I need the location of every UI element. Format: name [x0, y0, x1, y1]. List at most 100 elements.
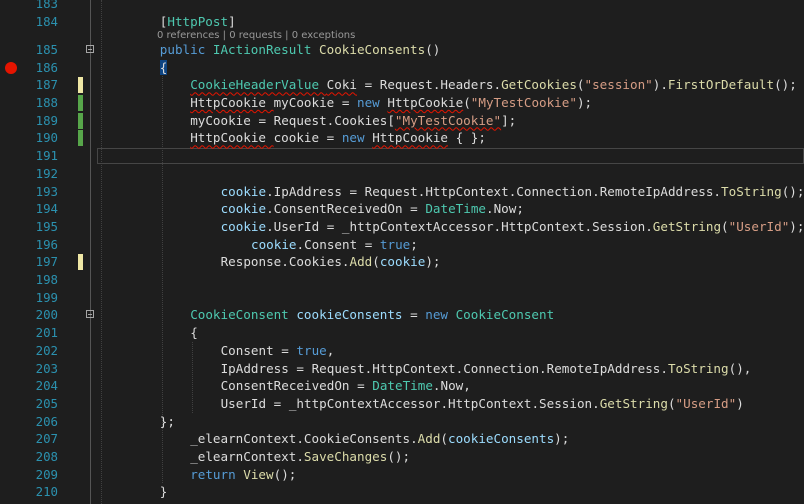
code-token: } [159, 484, 168, 500]
breakpoint-gutter[interactable] [0, 448, 22, 466]
code-line[interactable]: 190 HttpCookie cookie = new HttpCookie { … [0, 129, 804, 147]
line-number: 196 [35, 236, 58, 252]
breakpoint-gutter[interactable] [0, 466, 22, 484]
breakpoint-gutter[interactable] [0, 324, 22, 342]
code-token: new [341, 130, 373, 146]
breakpoint-gutter[interactable] [0, 360, 22, 378]
breakpoint-gutter[interactable] [0, 430, 22, 448]
breakpoint-gutter[interactable] [0, 183, 22, 201]
code-line[interactable]: 189 myCookie = Request.Cookies["MyTestCoo… [0, 112, 804, 130]
code-line[interactable]: 202 Consent = true, [0, 342, 804, 360]
code-line[interactable]: 204 ConsentReceivedOn = DateTime.Now, [0, 377, 804, 395]
code-token: ); [576, 95, 593, 110]
code-token: ToString [667, 360, 729, 376]
code-token: public [159, 41, 213, 57]
breakpoint-gutter[interactable] [0, 236, 22, 254]
breakpoint-gutter[interactable] [0, 413, 22, 431]
breakpoint-gutter[interactable] [0, 218, 22, 236]
breakpoint-gutter[interactable] [0, 271, 22, 289]
code-line[interactable]: 198 [0, 271, 804, 289]
breakpoint-gutter[interactable] [0, 165, 22, 183]
breakpoint-gutter[interactable] [0, 253, 22, 271]
code-text: Response.Cookies.Add(cookie); [221, 253, 441, 271]
code-line[interactable]: 191 [0, 147, 804, 165]
code-token: = [319, 130, 342, 146]
code-line[interactable]: 207 _elearnContext.CookieConsents.Add(coo… [0, 430, 804, 448]
code-token: (); [774, 77, 797, 93]
code-line[interactable]: 195 cookie.UserId = _httpContextAccessor.… [0, 218, 804, 236]
code-token: Consent = [220, 342, 297, 358]
breakpoint-gutter[interactable] [0, 200, 22, 218]
code-line[interactable]: 197 Response.Cookies.Add(cookie); [0, 253, 804, 271]
code-line[interactable]: 196 cookie.Consent = true; [0, 236, 804, 254]
code-editor[interactable]: 0 references | 0 requests | 0 exceptions… [0, 0, 804, 504]
code-line[interactable]: 187 CookieHeaderValue Coki = Request.Head… [0, 76, 804, 94]
code-line[interactable]: 185 public IActionResult CookieConsents() [0, 41, 804, 59]
breakpoint-gutter[interactable] [0, 342, 22, 360]
code-line[interactable]: 205 UserId = _httpContextAccessor.HttpCon… [0, 395, 804, 413]
collapse-icon[interactable] [86, 44, 94, 53]
code-token: CookieConsent [190, 307, 297, 323]
codelens-references-link[interactable]: 0 references [157, 30, 220, 41]
code-line[interactable]: 194 cookie.ConsentReceivedOn = DateTime.N… [0, 200, 804, 218]
line-number: 206 [35, 413, 58, 429]
breakpoint-gutter[interactable] [0, 41, 22, 59]
code-token: .Now, [432, 378, 471, 394]
codelens-requests-link[interactable]: 0 requests [229, 30, 282, 41]
code-text: { [190, 324, 198, 342]
line-number: 183 [35, 0, 58, 11]
collapse-icon[interactable] [86, 310, 94, 319]
line-number: 208 [35, 449, 58, 464]
code-token: .UserId = _httpContextAccessor.HttpConte… [266, 218, 653, 234]
code-token: new [357, 95, 388, 110]
code-line[interactable]: 203 IpAddress = Request.HttpContext.Conne… [0, 360, 804, 378]
code-line[interactable]: 200 CookieConsent cookieConsents = new Co… [0, 306, 804, 324]
code-token: "session" [584, 77, 653, 93]
code-text: _elearnContext.CookieConsents.Add(cookie… [190, 430, 569, 448]
code-token: cookieConsents [448, 431, 555, 447]
breakpoint-gutter[interactable] [0, 0, 22, 13]
breakpoint-gutter[interactable] [0, 94, 22, 112]
breakpoint-gutter[interactable] [0, 112, 22, 130]
code-line[interactable]: 193 cookie.IpAddress = Request.HttpContex… [0, 183, 804, 201]
codelens-exceptions-link[interactable]: 0 exceptions [292, 30, 356, 41]
breakpoint-gutter[interactable] [0, 76, 22, 94]
code-line[interactable]: 184 [HttpPost] [0, 13, 804, 31]
code-token: cookie [220, 201, 267, 217]
code-line[interactable]: 192 [0, 165, 804, 183]
code-token: "MyTestCookie" [470, 95, 577, 110]
code-text: cookie.Consent = true; [251, 236, 418, 254]
code-line[interactable]: 188 HttpCookie myCookie = new HttpCookie(… [0, 94, 804, 112]
code-token: HttpCookie [387, 95, 464, 110]
code-line[interactable]: 210} [0, 483, 804, 501]
code-token: Coki [326, 77, 358, 93]
line-number: 207 [35, 431, 58, 447]
code-token: CookieConsents [319, 41, 426, 57]
code-line[interactable]: 186 { [0, 59, 804, 77]
line-number: 198 [35, 272, 58, 287]
code-line[interactable]: 199 [0, 289, 804, 307]
line-number: 188 [35, 95, 58, 110]
breakpoint-gutter[interactable] [0, 306, 22, 324]
breakpoint-gutter[interactable] [0, 395, 22, 413]
breakpoint-gutter[interactable] [0, 13, 22, 31]
code-token: Add [417, 431, 441, 447]
code-token: { [159, 59, 168, 75]
code-line[interactable]: 201 { [0, 324, 804, 342]
breakpoint-gutter[interactable] [0, 289, 22, 307]
breakpoint-gutter[interactable] [0, 59, 22, 77]
code-token: ConsentReceivedOn = [220, 378, 373, 394]
code-token: = [402, 307, 426, 323]
code-line[interactable]: 206}; [0, 413, 804, 431]
code-token: true [379, 236, 411, 252]
code-line[interactable]: 208 _elearnContext.SaveChanges(); [0, 448, 804, 466]
code-token: CookieHeaderValue [190, 77, 327, 93]
breakpoint-gutter[interactable] [0, 377, 22, 395]
code-line[interactable]: 183 [0, 0, 804, 13]
breakpoint-icon[interactable] [5, 61, 17, 74]
breakpoint-gutter[interactable] [0, 147, 22, 165]
code-line[interactable]: 209 return View(); [0, 466, 804, 484]
code-text: Consent = true, [221, 342, 335, 360]
breakpoint-gutter[interactable] [0, 483, 22, 501]
breakpoint-gutter[interactable] [0, 129, 22, 147]
